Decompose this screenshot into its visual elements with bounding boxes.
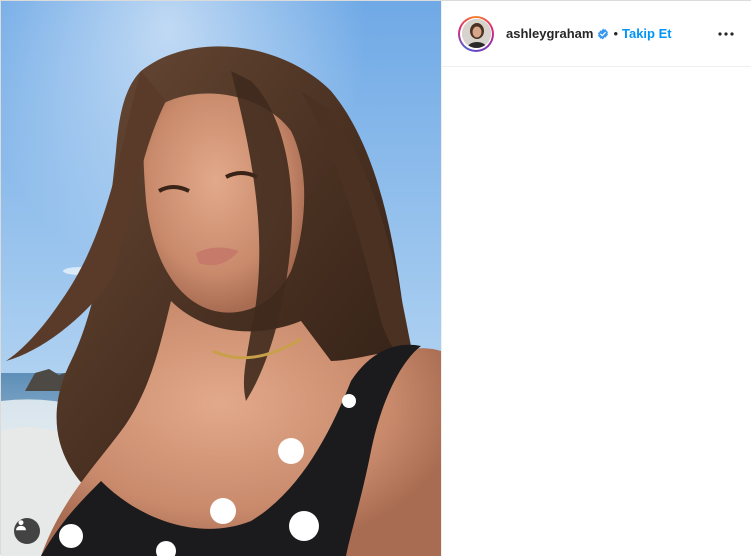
more-options-icon (718, 31, 734, 36)
username-link[interactable]: ashleygraham (506, 26, 593, 41)
beach-selfie-image (1, 1, 441, 556)
post-header: ashleygraham • Takip Et (442, 1, 751, 67)
post-modal: ashleygraham • Takip Et (0, 0, 751, 556)
post-photo[interactable] (1, 1, 441, 556)
follow-button[interactable]: Takip Et (622, 26, 672, 41)
separator-dot: • (613, 26, 618, 41)
user-tag-button[interactable] (14, 518, 40, 544)
avatar-border (460, 17, 492, 50)
post-side-panel: ashleygraham • Takip Et (441, 1, 751, 556)
verified-badge-icon (597, 28, 609, 40)
user-tag-icon (16, 520, 26, 531)
avatar[interactable] (458, 15, 494, 52)
avatar-image (461, 19, 491, 48)
more-options-button[interactable] (714, 22, 738, 46)
